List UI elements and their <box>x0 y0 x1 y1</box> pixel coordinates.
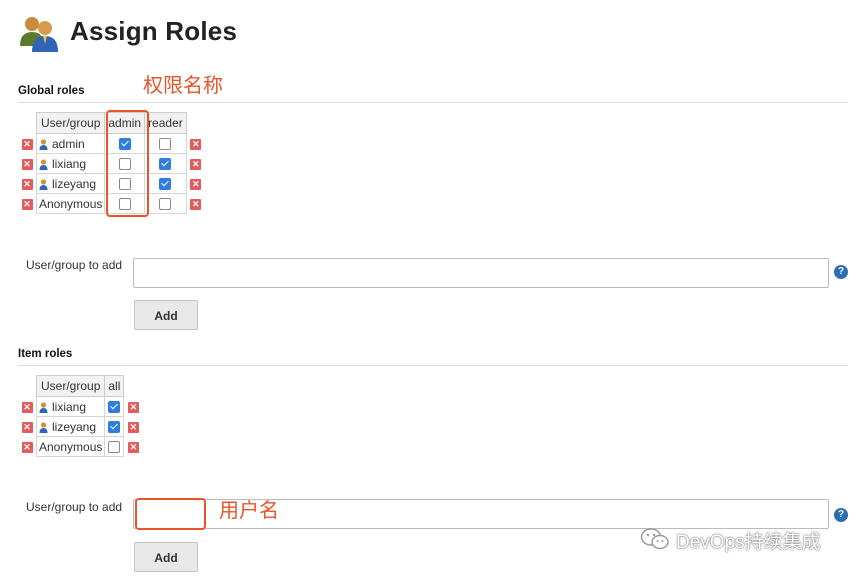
delete-icon[interactable]: ✕ <box>190 178 202 190</box>
user-icon <box>39 159 48 170</box>
annotation-permission-name: 权限名称 <box>143 75 223 97</box>
item-add-label: User/group to add <box>26 500 123 514</box>
users-icon <box>18 14 62 54</box>
user-group-cell: Anonymous <box>35 436 106 457</box>
help-icon[interactable]: ? <box>834 265 848 279</box>
delete-row-cell: ✕ <box>18 397 37 417</box>
user-icon <box>39 179 48 190</box>
user-group-cell: admin <box>35 133 106 154</box>
header-spacer <box>18 113 37 134</box>
table-row: ✕ lixiang ✕ <box>18 396 143 417</box>
annotation-admin-column-box <box>106 110 149 217</box>
role-cell <box>104 436 125 457</box>
delete-row-cell: ✕ <box>124 437 143 457</box>
item-add-button[interactable]: Add <box>134 542 198 572</box>
delete-icon[interactable]: ✕ <box>127 421 139 433</box>
delete-row-cell: ✕ <box>18 437 37 457</box>
global-user-group-input[interactable] <box>133 258 829 288</box>
delete-row-cell: ✕ <box>124 397 143 417</box>
column-header-all: all <box>104 375 125 397</box>
wechat-icon <box>640 527 670 551</box>
delete-icon[interactable]: ✕ <box>21 421 33 433</box>
user-group-name: Anonymous <box>39 439 103 454</box>
delete-row-cell: ✕ <box>186 174 205 194</box>
delete-icon[interactable]: ✕ <box>21 198 33 210</box>
user-group-cell: lizeyang <box>35 173 106 194</box>
role-cell <box>144 193 187 214</box>
user-group-cell: lizeyang <box>35 416 106 437</box>
table-row: ✕ lizeyang ✕ <box>18 416 143 437</box>
user-group-cell: lixiang <box>35 153 106 174</box>
delete-row-cell: ✕ <box>18 417 37 437</box>
global-add-label: User/group to add <box>26 258 123 272</box>
user-group-name: Anonymous <box>39 196 103 211</box>
role-checkbox-all[interactable] <box>108 401 121 414</box>
user-group-name: lixiang <box>52 399 87 414</box>
delete-icon[interactable]: ✕ <box>190 158 202 170</box>
delete-icon[interactable]: ✕ <box>21 158 33 170</box>
delete-row-cell: ✕ <box>186 194 205 214</box>
delete-row-cell: ✕ <box>124 417 143 437</box>
role-cell <box>144 133 187 154</box>
user-group-name: lixiang <box>52 156 87 171</box>
help-icon[interactable]: ? <box>834 508 848 522</box>
role-checkbox-all[interactable] <box>108 421 121 434</box>
annotation-user-name: 用户名 <box>219 500 279 522</box>
table-row: ✕ Anonymous ✕ <box>18 436 143 457</box>
item-roles-table: User/group all ✕ lixiang ✕ ✕ lizeyang ✕ ✕ Anonym… <box>18 375 142 457</box>
delete-row-cell: ✕ <box>18 134 37 154</box>
delete-row-cell: ✕ <box>18 194 37 214</box>
delete-row-cell: ✕ <box>18 174 37 194</box>
column-header-reader: reader <box>144 112 187 134</box>
user-icon <box>39 402 48 413</box>
user-group-cell: lixiang <box>35 396 106 417</box>
user-icon <box>39 422 48 433</box>
role-checkbox-reader[interactable] <box>159 178 172 191</box>
user-group-name: admin <box>52 136 85 151</box>
section-divider <box>18 102 848 103</box>
delete-icon[interactable]: ✕ <box>21 138 33 150</box>
delete-row-cell: ✕ <box>186 154 205 174</box>
column-header-user-group: User/group <box>35 112 106 134</box>
annotation-input-box <box>135 498 206 530</box>
item-roles-title: Item roles <box>18 348 73 360</box>
global-add-button[interactable]: Add <box>134 300 198 330</box>
role-checkbox-reader[interactable] <box>159 198 172 211</box>
header-spacer <box>186 113 205 134</box>
global-roles-title: Global roles <box>18 85 85 97</box>
user-icon <box>39 139 48 150</box>
header-spacer <box>18 376 37 397</box>
delete-icon[interactable]: ✕ <box>21 401 33 413</box>
section-divider <box>18 365 848 366</box>
role-cell <box>144 153 187 174</box>
role-cell <box>144 173 187 194</box>
column-header-user-group: User/group <box>35 375 106 397</box>
role-checkbox-reader[interactable] <box>159 158 172 171</box>
watermark-text: DevOps持续集成 <box>676 532 821 553</box>
role-checkbox-all[interactable] <box>108 441 121 454</box>
header-spacer <box>124 376 143 397</box>
user-group-cell: Anonymous <box>35 193 106 214</box>
delete-icon[interactable]: ✕ <box>127 401 139 413</box>
role-cell <box>104 396 125 417</box>
delete-row-cell: ✕ <box>186 134 205 154</box>
delete-icon[interactable]: ✕ <box>21 441 33 453</box>
user-group-name: lizeyang <box>52 176 97 191</box>
user-group-name: lizeyang <box>52 419 97 434</box>
delete-icon[interactable]: ✕ <box>21 178 33 190</box>
delete-icon[interactable]: ✕ <box>190 138 202 150</box>
role-checkbox-reader[interactable] <box>159 138 172 151</box>
delete-icon[interactable]: ✕ <box>127 441 139 453</box>
role-cell <box>104 416 125 437</box>
delete-row-cell: ✕ <box>18 154 37 174</box>
delete-icon[interactable]: ✕ <box>190 198 202 210</box>
page-title: Assign Roles <box>70 16 238 46</box>
